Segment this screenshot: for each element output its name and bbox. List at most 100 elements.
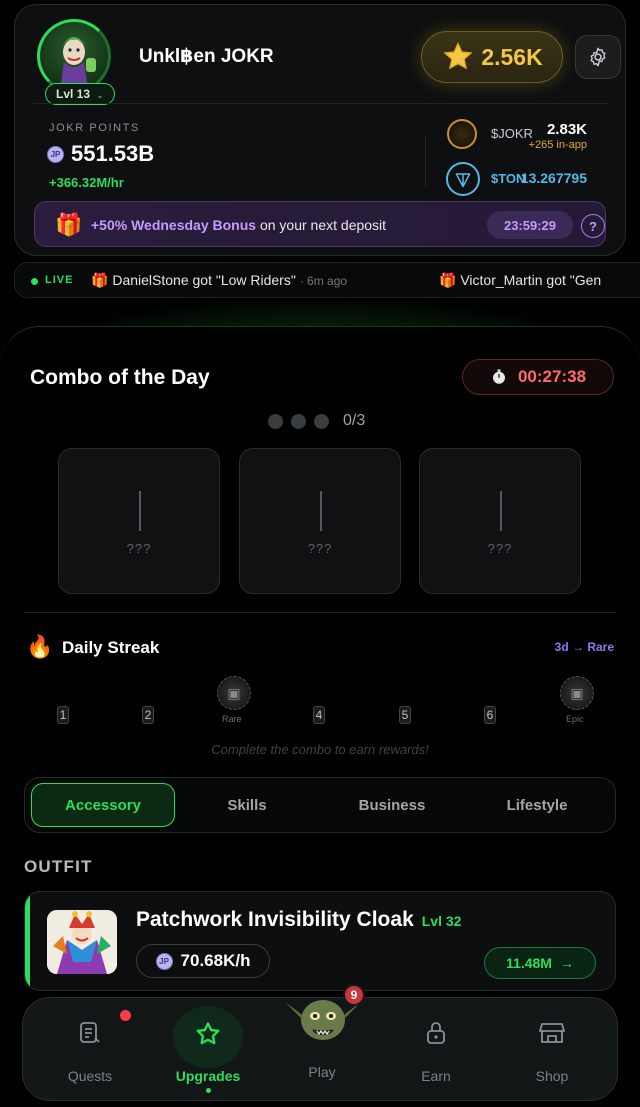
combo-slot[interactable]: ??? — [58, 448, 220, 594]
progress-dot — [314, 413, 329, 429]
star-outline-icon — [196, 1022, 220, 1045]
stars-value: 2.56K — [481, 43, 543, 70]
combo-title: Combo of the Day — [30, 366, 210, 389]
nav-label: Upgrades — [175, 1068, 241, 1084]
avatar[interactable]: Lvl 13 ⌄ — [37, 19, 115, 105]
combo-slot-label: ??? — [126, 541, 152, 556]
tab-skills[interactable]: Skills — [175, 783, 319, 827]
points-balance: JP 551.53B — [47, 141, 154, 167]
points-coin-icon: JP — [155, 952, 173, 970]
gear-icon — [590, 47, 606, 67]
placeholder-bar — [500, 491, 502, 531]
gift-icon: 🎁 — [91, 272, 109, 288]
chevron-down-icon: ⌄ — [96, 90, 104, 100]
combo-slot[interactable]: ??? — [419, 448, 581, 594]
ton-token-icon — [446, 162, 480, 196]
section-title: OUTFIT — [24, 857, 93, 876]
progress-text: 0/3 — [343, 412, 366, 429]
bonus-timer: 23:59:29 — [487, 211, 573, 239]
quests-icon-wrap — [31, 1020, 149, 1046]
ticker-text: DanielStone got "Low Riders" — [112, 272, 296, 288]
upgrade-title: Patchwork Invisibility Cloak — [136, 908, 414, 931]
placeholder-bar — [320, 491, 322, 531]
combo-slot-label: ??? — [487, 541, 513, 556]
placeholder-bar — [139, 491, 141, 531]
streak-day: 2 — [142, 706, 154, 724]
buy-upgrade-button[interactable]: 11.48M → — [484, 947, 596, 979]
help-button[interactable]: ? — [581, 214, 605, 238]
arrow-right-icon: → — [559, 955, 574, 971]
nav-label: Quests — [67, 1068, 113, 1084]
tab-accessory[interactable]: Accessory — [31, 783, 175, 827]
upgrade-rate-value: 70.68K/h — [180, 951, 251, 970]
combo-timer: 00:27:38 — [462, 359, 614, 395]
jokr-label: $JOKR — [491, 126, 533, 141]
jokr-value: 2.83K — [546, 121, 587, 138]
divider — [24, 612, 616, 613]
ticker-item: 🎁 DanielStone got "Low Riders" · 6m ago — [91, 272, 347, 289]
nav-earn[interactable]: Earn — [377, 998, 495, 1102]
earn-icon-wrap — [377, 1020, 495, 1046]
tab-lifestyle[interactable]: Lifestyle — [465, 783, 609, 827]
upgrade-image — [47, 910, 117, 974]
settings-button[interactable] — [575, 35, 621, 79]
live-dot-icon — [31, 278, 38, 285]
points-value: 551.53B — [71, 141, 155, 166]
streak-day: 5 — [399, 706, 411, 724]
clipboard-icon — [80, 1022, 100, 1043]
shop-icon — [539, 1023, 565, 1043]
nav-label: Earn — [421, 1068, 451, 1084]
divider — [33, 103, 609, 104]
nav-label: Shop — [535, 1068, 569, 1084]
nav-shop[interactable]: Shop — [493, 998, 611, 1102]
streak-day: 1 — [57, 706, 69, 724]
upgrade-name: Patchwork Invisibility Cloak Lvl 32 — [136, 908, 461, 932]
nav-label: Play — [308, 1064, 336, 1080]
ton-triangle-icon — [455, 173, 471, 188]
lock-icon — [427, 1022, 445, 1044]
shop-icon-wrap — [493, 1020, 611, 1046]
nav-quests[interactable]: Quests — [31, 998, 149, 1102]
fire-icon: 🔥 — [26, 634, 54, 659]
deposit-bonus-banner[interactable]: 🎁 +50% Wednesday Bonus on your next depo… — [34, 201, 606, 247]
ticker-time: · 6m ago — [299, 274, 348, 288]
streak-day: 6 — [484, 706, 496, 724]
chest-label: Epic — [566, 714, 584, 724]
combo-timer-value: 00:27:38 — [517, 367, 587, 386]
ticker-text: Victor_Martin got "Gen — [460, 272, 602, 288]
bottom-nav: Quests Upgrades Play 9 Earn Shop — [22, 984, 618, 1102]
active-dot — [206, 1088, 211, 1093]
streak-hint: 3d → Rare — [554, 640, 614, 654]
upgrade-rate: JP 70.68K/h — [136, 944, 270, 978]
upgrade-card[interactable]: Patchwork Invisibility Cloak Lvl 32 JP 70… — [24, 891, 616, 991]
joker-avatar-icon — [60, 37, 96, 90]
progress-dot — [291, 413, 306, 429]
notification-dot — [120, 1010, 131, 1021]
epic-chest-icon: ▣ — [560, 676, 594, 710]
card-accent — [25, 892, 30, 990]
streak-note: Complete the combo to earn rewards! — [211, 742, 429, 757]
level-badge[interactable]: Lvl 13 ⌄ — [45, 83, 115, 105]
star-icon — [443, 42, 473, 70]
streak-day: 4 — [313, 706, 325, 724]
stars-balance-button[interactable]: 2.56K — [421, 31, 563, 83]
streak-title: Daily Streak — [62, 638, 160, 657]
avatar-image — [37, 19, 111, 93]
jokr-in-app: +265 in-app — [528, 139, 587, 151]
tab-business[interactable]: Business — [320, 783, 464, 827]
upgrades-icon-wrap — [149, 1020, 267, 1048]
live-ticker: LIVE 🎁 DanielStone got "Low Riders" · 6m… — [14, 262, 640, 298]
combo-slot-label: ??? — [307, 541, 333, 556]
combo-slot[interactable]: ??? — [239, 448, 401, 594]
upgrade-level: Lvl 32 — [421, 913, 462, 929]
stopwatch-icon — [492, 369, 505, 384]
nav-upgrades[interactable]: Upgrades — [149, 998, 267, 1102]
chest-label: Rare — [222, 714, 242, 724]
play-badge: 9 — [343, 984, 365, 1006]
ton-value: 13.267795 — [520, 170, 587, 186]
username: Unkl฿en JOKR — [139, 46, 274, 67]
gift-icon: 🎁 — [439, 272, 457, 288]
points-label: JOKR POINTS — [49, 122, 140, 134]
rare-chest-icon: ▣ — [217, 676, 251, 710]
points-rate: +366.32M/hr — [49, 175, 124, 190]
